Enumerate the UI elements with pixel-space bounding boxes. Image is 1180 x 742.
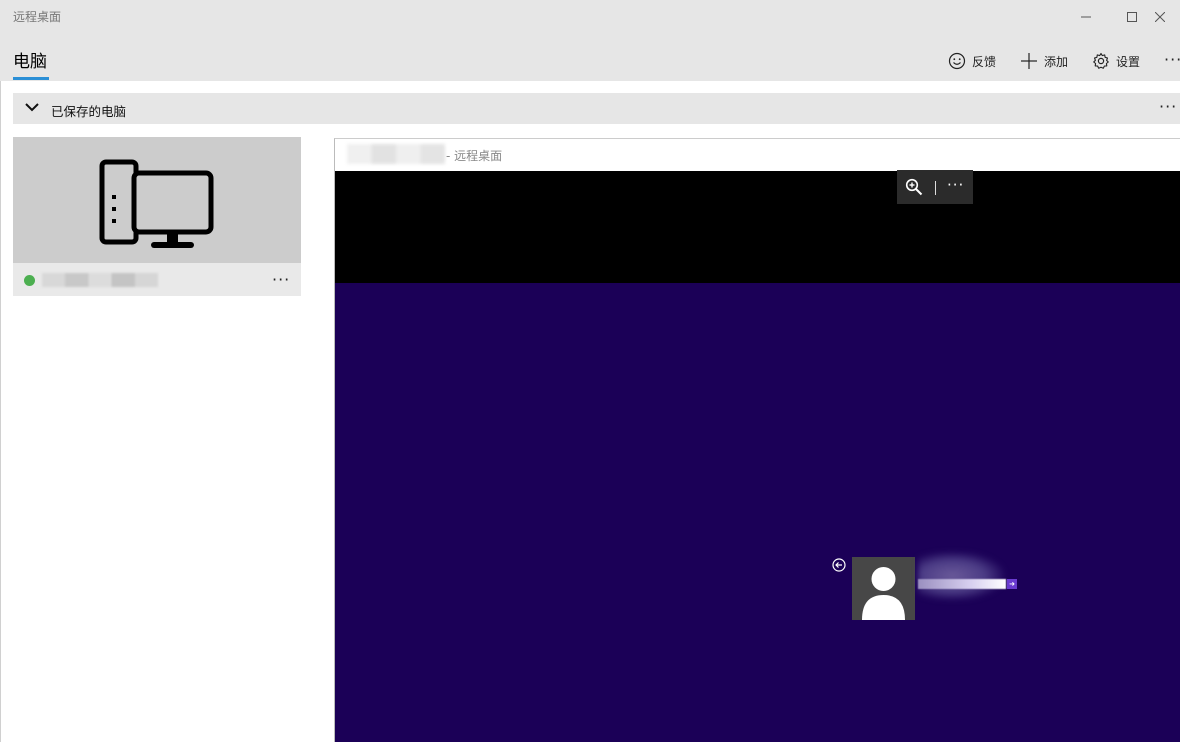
remote-session-titlebar: - 远程桌面	[335, 139, 1180, 171]
remote-session-title: - 远程桌面	[446, 149, 503, 163]
toolbar-divider	[935, 181, 936, 195]
feedback-button[interactable]: 反馈	[948, 50, 996, 72]
settings-button[interactable]: 设置	[1092, 50, 1140, 72]
desktop-computer-icon	[99, 159, 214, 248]
settings-label: 设置	[1116, 54, 1141, 69]
user-avatar	[852, 557, 915, 620]
maximize-icon	[1127, 12, 1137, 22]
online-status-indicator	[24, 275, 35, 286]
tab-selected-indicator	[13, 77, 49, 80]
feedback-label: 反馈	[972, 54, 997, 69]
smiley-icon	[948, 52, 966, 70]
plus-icon	[1021, 53, 1037, 69]
group-label: 已保存的电脑	[51, 104, 127, 119]
chevron-down-icon[interactable]	[25, 102, 39, 112]
header-more-button[interactable]: ···	[1164, 50, 1180, 69]
pc-thumbnail	[13, 137, 301, 263]
saved-pcs-group-header[interactable]: 已保存的电脑 ···	[13, 93, 1180, 124]
remote-session-window[interactable]: - 远程桌面 ··· ➜	[334, 138, 1180, 742]
gear-icon	[1093, 52, 1109, 69]
left-edge-divider	[0, 81, 1, 742]
back-arrow-icon[interactable]	[832, 558, 846, 572]
zoom-in-icon[interactable]	[905, 178, 923, 196]
pc-name-redacted	[42, 273, 158, 287]
user-icon	[862, 567, 905, 620]
session-more-button[interactable]: ···	[947, 176, 964, 194]
minimize-button[interactable]	[1063, 0, 1109, 34]
session-name-redacted	[347, 144, 445, 164]
group-more-button[interactable]: ···	[1159, 97, 1177, 116]
remote-top-area	[335, 171, 1180, 283]
session-toolbar: ···	[897, 170, 973, 204]
window-title: 远程桌面	[13, 10, 62, 24]
title-bar: 远程桌面	[0, 0, 1180, 34]
username-redacted	[918, 552, 1004, 600]
close-icon	[1155, 12, 1165, 22]
add-label: 添加	[1044, 54, 1069, 69]
password-field[interactable]	[918, 579, 1006, 589]
pc-card[interactable]: ···	[13, 137, 301, 296]
minimize-icon	[1081, 16, 1091, 18]
submit-arrow-icon[interactable]: ➜	[1007, 579, 1017, 589]
maximize-button[interactable]	[1109, 0, 1155, 34]
add-button[interactable]: 添加	[1020, 50, 1068, 72]
close-button[interactable]	[1155, 0, 1180, 34]
app-header: 电脑 反馈 添加 设置 ···	[0, 34, 1180, 81]
tab-pc[interactable]: 电脑	[13, 47, 47, 72]
pc-card-more-button[interactable]: ···	[272, 270, 290, 289]
